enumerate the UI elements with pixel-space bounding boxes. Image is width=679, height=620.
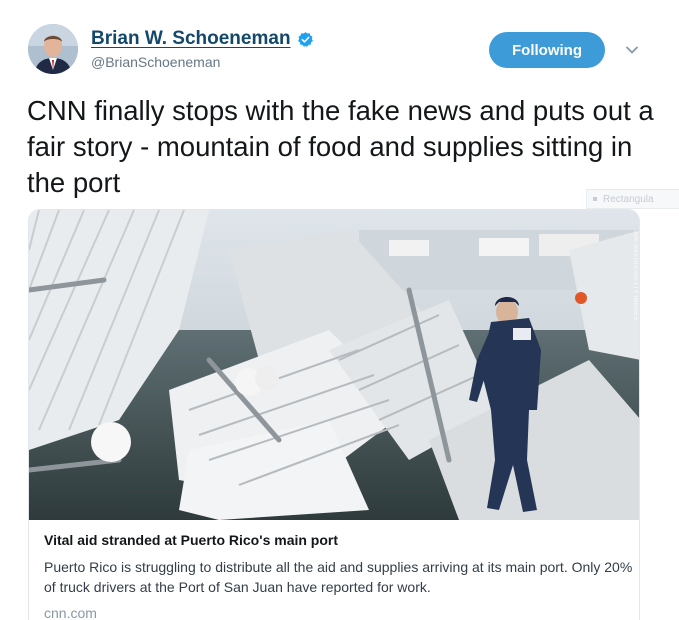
avatar[interactable] — [28, 24, 78, 74]
overlay-label-text: Rectangula — [603, 193, 654, 205]
tweet: Brian W. Schoeneman @BrianSchoeneman Fol… — [0, 0, 679, 620]
chevron-down-icon[interactable] — [624, 42, 640, 58]
tweet-text: CNN finally stops with the fake news and… — [27, 95, 654, 198]
verified-badge-icon — [297, 31, 313, 47]
display-name[interactable]: Brian W. Schoeneman — [91, 28, 291, 50]
overlay-label: Rectangula — [586, 189, 679, 209]
card-domain: cnn.com — [44, 605, 97, 620]
link-card[interactable]: JOE RAEDLE/GETTY IMAGES Vital aid strand… — [28, 209, 640, 620]
user-handle[interactable]: @BrianSchoeneman — [91, 54, 220, 70]
avatar-image — [28, 24, 78, 74]
overlay-dot-icon — [593, 197, 597, 201]
card-title: Vital aid stranded at Puerto Rico's main… — [44, 532, 339, 548]
card-description: Puerto Rico is struggling to distribute … — [44, 559, 633, 595]
card-body: Vital aid stranded at Puerto Rico's main… — [44, 532, 634, 620]
card-image: JOE RAEDLE/GETTY IMAGES — [29, 210, 639, 520]
image-credit: JOE RAEDLE/GETTY IMAGES — [632, 230, 638, 321]
port-debris-photo — [29, 210, 639, 520]
following-button[interactable]: Following — [489, 32, 605, 68]
user-name-row: Brian W. Schoeneman — [91, 28, 314, 50]
